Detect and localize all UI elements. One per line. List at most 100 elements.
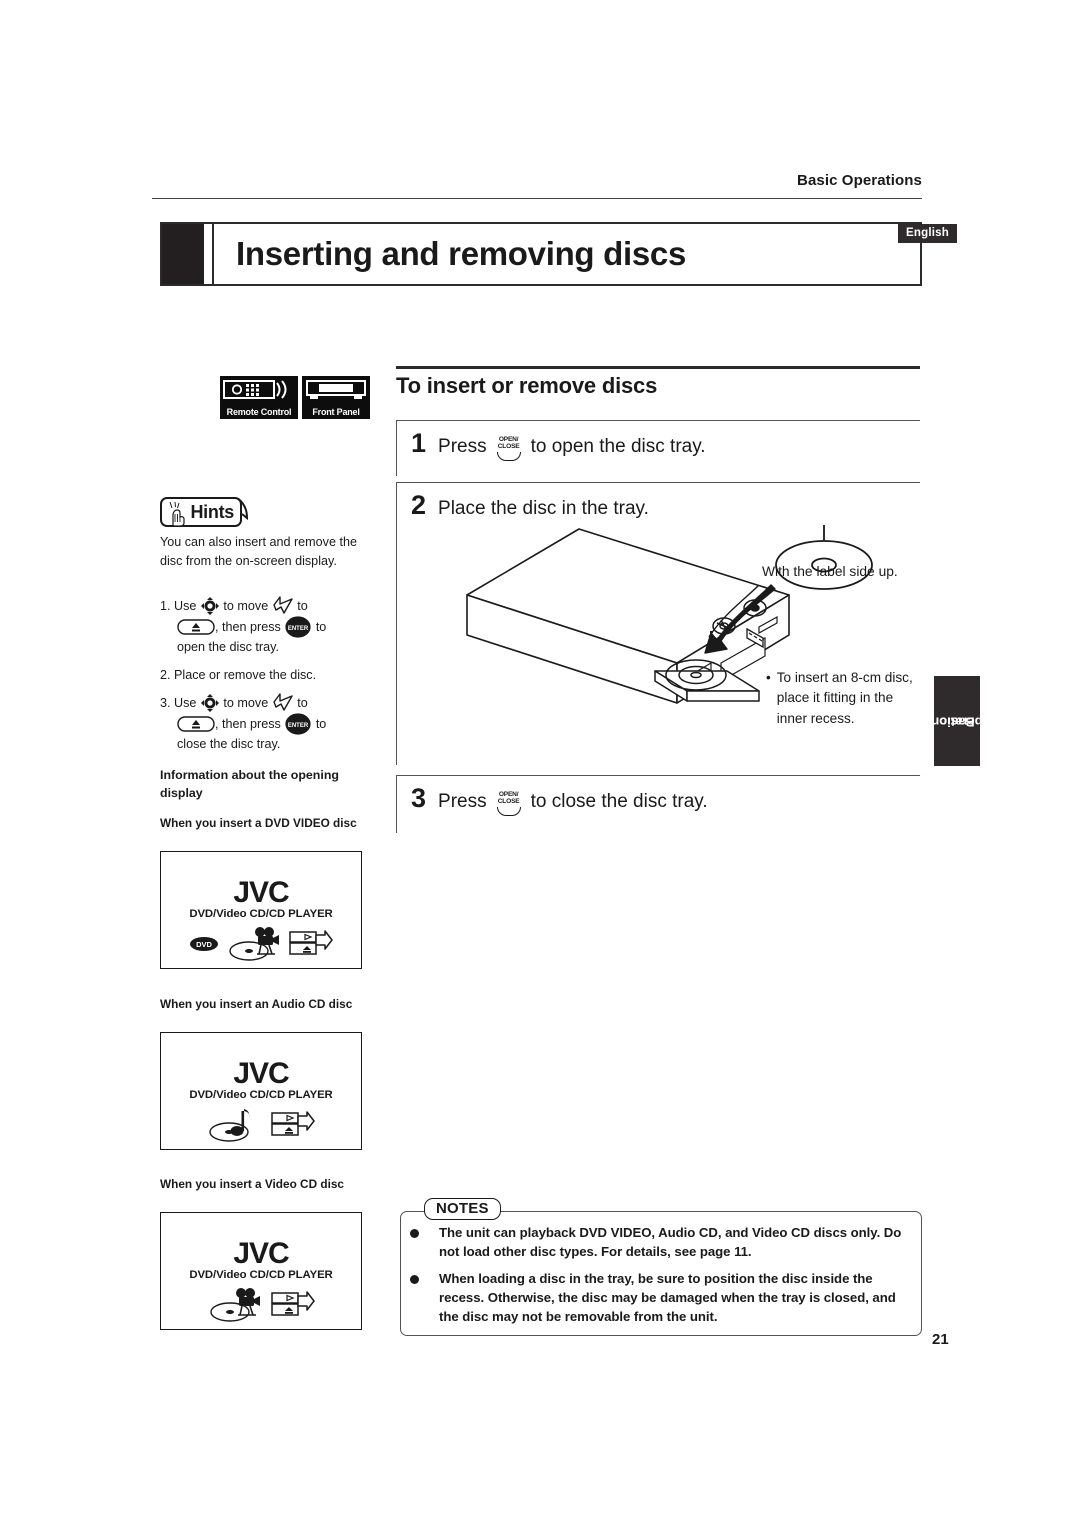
osd-box-dvd-video: JVC DVD/Video CD/CD PLAYER DVD [160, 851, 362, 969]
eject-button-icon [177, 716, 215, 732]
note-bullet-icon [410, 1229, 419, 1238]
jvc-subtitle: DVD/Video CD/CD PLAYER [189, 1089, 333, 1101]
hint-3-num: 3. [160, 695, 171, 710]
eject-button-icon [177, 619, 215, 635]
hints-tail-icon [236, 498, 249, 521]
side-tab-basic-operations: Basic operations [924, 676, 990, 766]
step-1-after: to open the disc tray. [530, 436, 706, 457]
title-black-swatch [162, 224, 204, 284]
hint-step-3: 3. Use to move to , then press ENTER to … [160, 693, 375, 754]
enter-button-icon: ENTER [285, 616, 311, 638]
step-2-number: 2 [411, 490, 427, 520]
osd-box-video-cd: JVC DVD/Video CD/CD PLAYER [160, 1212, 362, 1330]
hint-1-seg1: Use [174, 598, 197, 613]
jvc-logo: JVC [233, 1057, 289, 1090]
disc-music-note-icon [209, 1109, 250, 1142]
joystick-cursor-icon [200, 597, 219, 615]
header-rule [152, 198, 922, 199]
disc-icon [775, 525, 873, 590]
section-rule [396, 366, 920, 369]
hints-intro: You can also insert and remove the disc … [160, 533, 365, 571]
hint-step-1: 1. Use to move to , then press ENTER to … [160, 596, 375, 657]
note-bullet-icon [410, 1275, 419, 1285]
hint-3-seg2: to move [223, 695, 269, 710]
arrow-cursor-icon [273, 693, 293, 711]
dvd-player-illustration [466, 528, 790, 704]
step-2-after: Place the disc in the tray. [438, 498, 649, 519]
language-tab: English [898, 224, 957, 243]
hint-1-seg6: open the disc tray. [177, 640, 279, 654]
remote-control-badge: Remote Control [220, 376, 298, 419]
hint-2-num: 2. [160, 667, 171, 682]
section-title: To insert or remove discs [396, 373, 658, 398]
hint-1-seg2: to move [223, 598, 269, 613]
hint-1-seg3: to [297, 598, 308, 613]
note-text: When loading a disc in the tray, be sure… [439, 1271, 896, 1324]
title-gap [204, 224, 212, 284]
8cm-disc-note: • To insert an 8-cm disc, place it fitti… [766, 668, 924, 729]
notes-title: NOTES [424, 1198, 501, 1220]
jvc-logo: JVC [233, 876, 289, 909]
note-text: The unit can playback DVD VIDEO, Audio C… [439, 1225, 902, 1259]
control-badges: Remote Control Front Panel [220, 376, 370, 419]
close-label: CLOSE [497, 797, 520, 805]
open-close-cap [496, 806, 521, 816]
jvc-subtitle: DVD/Video CD/CD PLAYER [189, 1269, 333, 1281]
step-3: 3 Press OPEN/ CLOSE to close the disc tr… [396, 775, 920, 833]
osd-label-video-cd: When you insert a Video CD disc [160, 1177, 344, 1191]
joystick-cursor-icon [200, 694, 219, 713]
step-1-before: Press [438, 436, 487, 457]
open-close-cap [496, 451, 521, 461]
page-title: Inserting and removing discs [212, 224, 920, 284]
step-3-after: to close the disc tray. [530, 791, 708, 812]
close-label: CLOSE [497, 442, 520, 450]
opening-display-heading: Information about the opening display [160, 768, 339, 800]
arrow-cursor-icon [273, 596, 293, 614]
hints-badge: Hints [160, 497, 242, 527]
hint-1-num: 1. [160, 598, 171, 613]
osd-box-audio-cd: JVC DVD/Video CD/CD PLAYER [160, 1032, 362, 1150]
front-panel-label: Front Panel [312, 407, 360, 417]
notes-list: The unit can playback DVD VIDEO, Audio C… [404, 1224, 918, 1336]
hint-1-seg4: , then press [215, 619, 281, 634]
hint-step-2: 2. Place or remove the disc. [160, 666, 375, 685]
step-1-number: 1 [411, 428, 427, 458]
svg-text:DVD: DVD [196, 940, 212, 949]
disc-film-camera-icon [210, 1288, 260, 1322]
note-item: When loading a disc in the tray, be sure… [404, 1270, 918, 1326]
osd-label-dvd-video: When you insert a DVD VIDEO disc [160, 816, 357, 830]
hint-2-seg1: Place or remove the disc. [174, 667, 317, 682]
play-eject-panel-icon [289, 930, 333, 955]
jvc-subtitle: DVD/Video CD/CD PLAYER [189, 908, 333, 920]
hint-3-seg6: close the disc tray. [177, 737, 281, 752]
front-panel-icon [306, 380, 366, 399]
bullet-text: To insert an 8-cm disc, place it fitting… [776, 670, 913, 726]
hint-3-seg4: , then press [215, 716, 281, 731]
page-title-band: Inserting and removing discs [160, 222, 922, 286]
dvd-logo-icon: DVD [190, 937, 218, 951]
hint-1-seg5: to [315, 619, 327, 634]
hints-steps: 1. Use to move to , then press ENTER to … [160, 596, 375, 763]
step-3-text: Press OPEN/ CLOSE to close the disc tray… [438, 790, 708, 816]
jvc-logo: JVC [233, 1237, 289, 1270]
remote-control-label: Remote Control [226, 407, 292, 417]
osd-label-audio-cd: When you insert an Audio CD disc [160, 997, 353, 1011]
page-number: 21 [932, 1331, 949, 1348]
side-tab-line2: operations [923, 714, 991, 730]
hint-3-seg5: to [315, 716, 327, 731]
open-close-button-icon: OPEN/ CLOSE [494, 792, 524, 816]
running-head: Basic Operations [797, 172, 922, 189]
play-eject-panel-icon [271, 1291, 315, 1316]
label-side-up-caption: With the label side up. [762, 564, 898, 579]
remote-control-icon [223, 380, 287, 399]
step-1-text: Press OPEN/ CLOSE to open the disc tray. [438, 435, 706, 461]
note-item: The unit can playback DVD VIDEO, Audio C… [404, 1224, 918, 1261]
play-eject-panel-icon [271, 1111, 315, 1136]
front-panel-badge: Front Panel [302, 376, 370, 419]
svg-text:ENTER: ENTER [288, 626, 309, 632]
manual-page: Basic Operations Inserting and removing … [0, 0, 1080, 1529]
step-1: 1 Press OPEN/ CLOSE to open the disc tra… [396, 420, 920, 476]
hint-3-seg3: to [297, 695, 308, 710]
pointing-hand-icon [169, 501, 185, 527]
bullet-marker: • [766, 670, 771, 685]
